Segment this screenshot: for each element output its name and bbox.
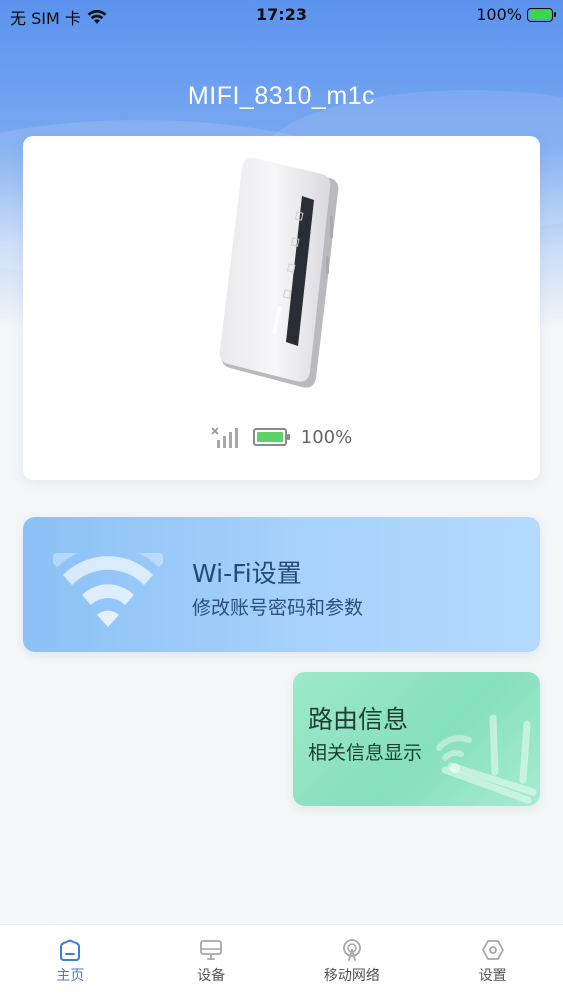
device-status-row: 100%: [23, 426, 540, 448]
antenna-icon: [342, 939, 361, 961]
monitor-icon: [200, 940, 223, 960]
tab-mobile-network[interactable]: 移动网络: [282, 925, 423, 1000]
wifi-card-title: Wi-Fi设置: [192, 559, 302, 588]
battery-icon: [527, 7, 556, 22]
mifi-device-image: [219, 157, 339, 388]
router-info-card[interactable]: 路由信息 相关信息显示: [293, 672, 540, 806]
battery-percent-label: 100%: [476, 5, 522, 24]
status-battery: 100%: [476, 5, 556, 24]
router-card-subtitle: 相关信息显示: [308, 742, 423, 764]
tab-label: 移动网络: [323, 968, 380, 984]
router-icon: [436, 714, 537, 804]
tab-settings[interactable]: 设置: [422, 925, 563, 1000]
tab-label: 主页: [56, 968, 85, 984]
wifi-icon: [53, 553, 163, 627]
device-card: 100%: [23, 136, 540, 480]
no-sim-signal-icon: [211, 427, 238, 448]
device-battery-icon: [252, 428, 290, 446]
device-name: MIFI_8310_m1c: [187, 82, 376, 110]
tab-label: 设备: [197, 968, 226, 984]
device-battery-text: 100%: [300, 426, 353, 448]
tab-label: 设置: [478, 968, 507, 984]
tab-devices[interactable]: 设备: [141, 925, 282, 1000]
tab-home[interactable]: 主页: [0, 925, 141, 1000]
hexagon-settings-icon: [481, 940, 504, 960]
wifi-settings-card[interactable]: Wi-Fi设置 修改账号密码和参数: [23, 517, 540, 652]
status-bar: 无 SIM 卡 17:23 100%: [0, 0, 563, 30]
bottom-tab-bar: 主页 设备 移动网络 设置: [0, 924, 563, 1000]
wifi-card-subtitle: 修改账号密码和参数: [192, 597, 364, 619]
home-icon: [60, 939, 81, 961]
router-card-title: 路由信息: [308, 705, 409, 734]
